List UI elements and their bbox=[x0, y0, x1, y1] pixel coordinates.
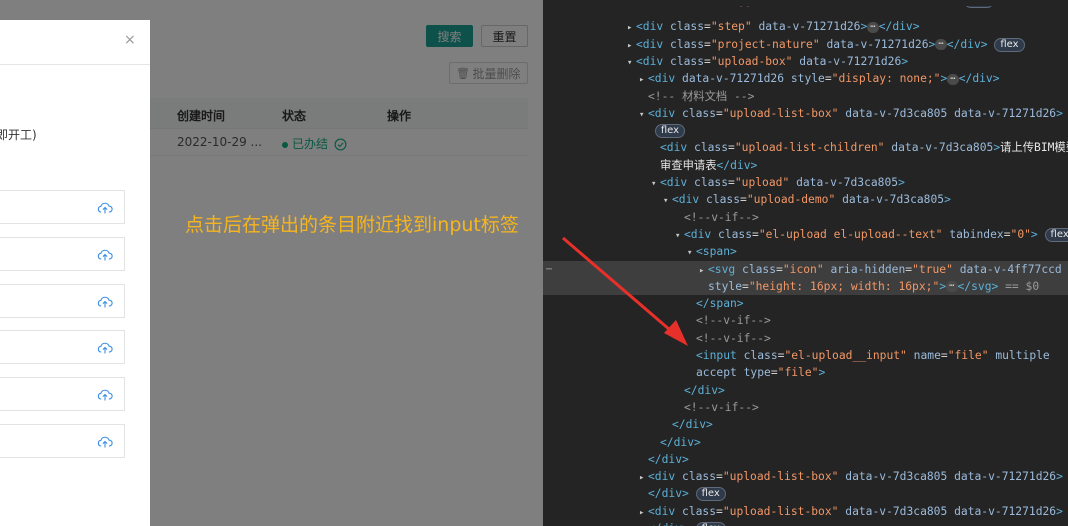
arrow-shaft bbox=[562, 236, 678, 338]
arrow-head bbox=[664, 320, 688, 346]
annotation-arrow bbox=[562, 236, 688, 346]
